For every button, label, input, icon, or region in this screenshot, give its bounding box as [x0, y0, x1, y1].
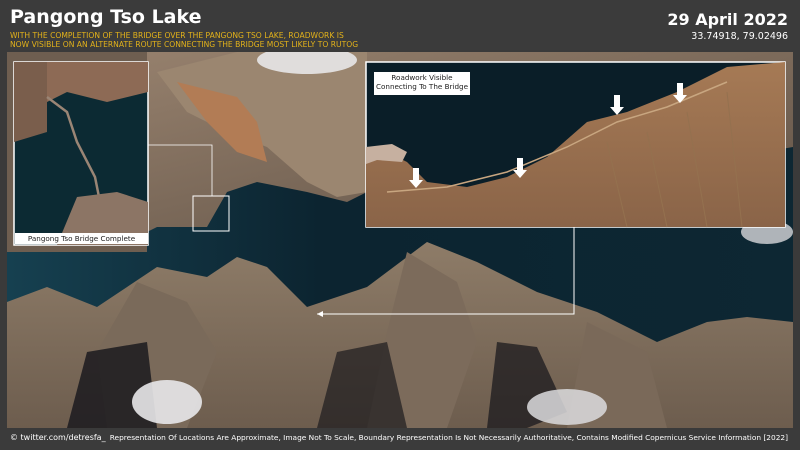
- subtitle-line-2: NOW VISIBLE ON AN ALTERNATE ROUTE CONNEC…: [10, 40, 359, 49]
- cloud-1: [132, 380, 202, 424]
- satellite-image: Pangong Tso Bridge Complete Roadwork Vis…: [7, 52, 793, 428]
- image-date: 29 April 2022: [667, 10, 788, 29]
- subtitle-line-1: WITH THE COMPLETION OF THE BRIDGE OVER T…: [10, 31, 344, 40]
- bridge-label: Pangong Tso Bridge Complete: [15, 233, 148, 244]
- roadwork-label-line-1: Roadwork Visible: [391, 73, 453, 82]
- disclaimer: Representation Of Locations Are Approxim…: [109, 433, 788, 442]
- twitter-handle: © twitter.com/detresfa_: [10, 433, 106, 442]
- page-title: Pangong Tso Lake: [10, 6, 202, 28]
- footer-bar: © twitter.com/detresfa_ Representation O…: [0, 430, 800, 450]
- roadwork-label: Roadwork Visible Connecting To The Bridg…: [374, 72, 470, 95]
- bridge-label-text: Pangong Tso Bridge Complete: [27, 234, 136, 243]
- bridge-inset-northwest: [14, 62, 47, 142]
- header-bar: Pangong Tso Lake WITH THE COMPLETION OF …: [0, 0, 800, 50]
- coordinates: 33.74918, 79.02496: [691, 31, 788, 42]
- cloud-2: [527, 389, 607, 425]
- roadwork-label-line-2: Connecting To The Bridge: [375, 82, 469, 91]
- bridge-inset: [13, 61, 149, 246]
- subtitle: WITH THE COMPLETION OF THE BRIDGE OVER T…: [10, 31, 450, 49]
